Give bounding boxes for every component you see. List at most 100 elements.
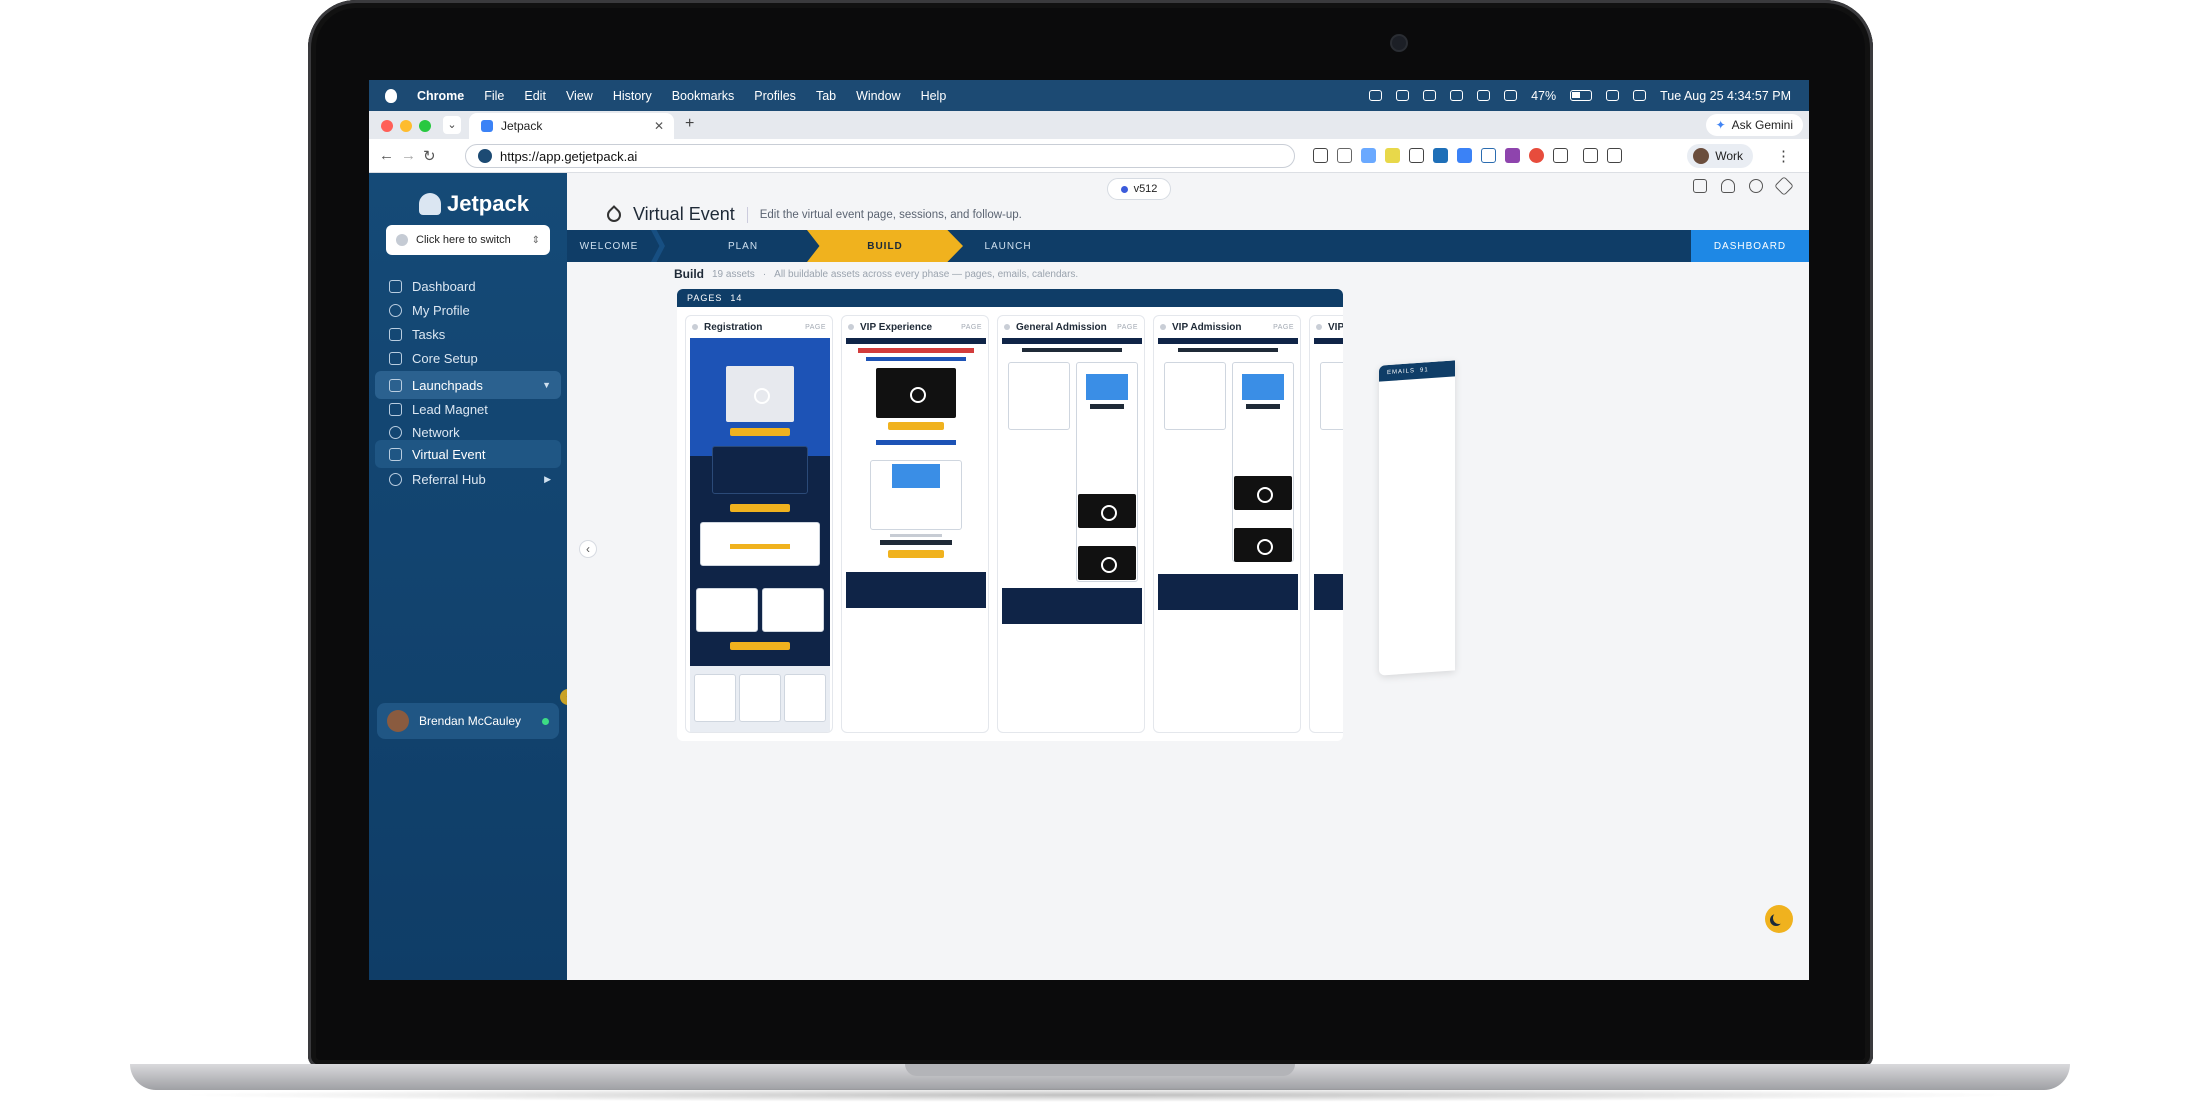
browser-tab-strip: ⌄ Jetpack ✕ + ✦ Ask Gemini xyxy=(369,111,1809,139)
status-dot-icon xyxy=(848,324,854,330)
preview-footer xyxy=(1002,588,1142,624)
layers-icon xyxy=(389,351,402,365)
close-window-button[interactable] xyxy=(381,120,393,132)
status-icon[interactable] xyxy=(1396,90,1410,101)
sidebar-item-referral-hub[interactable]: Referral Hub ▶ xyxy=(375,465,561,493)
sidebar-item-label: Core Setup xyxy=(412,350,478,366)
preview-video xyxy=(1078,546,1136,580)
menu-help[interactable]: Help xyxy=(921,89,947,103)
preview-video xyxy=(876,368,956,418)
page-card-vip-admission[interactable]: VIP Admission PAGE xyxy=(1153,315,1301,733)
control-center-icon[interactable] xyxy=(1633,90,1647,101)
account-switcher[interactable]: Click here to switch ⇕ xyxy=(386,225,550,255)
extension-icon[interactable] xyxy=(1361,148,1376,163)
sidebar-item-virtual-event[interactable]: Virtual Event xyxy=(375,440,561,468)
menu-edit[interactable]: Edit xyxy=(524,89,546,103)
apple-icon[interactable] xyxy=(385,88,397,103)
status-icon[interactable] xyxy=(1477,90,1491,101)
page-type-tag: PAGE xyxy=(1117,323,1138,331)
status-dot-icon xyxy=(692,324,698,330)
battery-icon[interactable] xyxy=(1570,90,1593,101)
preview-countdown xyxy=(712,446,808,494)
puzzle-icon[interactable] xyxy=(1553,148,1568,163)
extension-icon[interactable] xyxy=(1385,148,1400,163)
back-arrow-icon[interactable]: ← xyxy=(379,147,394,164)
menu-file[interactable]: File xyxy=(484,89,504,103)
jetpack-logo[interactable]: Jetpack xyxy=(419,191,529,217)
menu-history[interactable]: History xyxy=(613,89,652,103)
emails-panel-peek[interactable]: EMAILS 91 xyxy=(1379,360,1455,676)
ask-gemini-button[interactable]: ✦ Ask Gemini xyxy=(1705,114,1803,136)
ask-gemini-label: Ask Gemini xyxy=(1731,118,1793,132)
address-bar[interactable]: https://app.getjetpack.ai xyxy=(465,144,1295,168)
preview-before-card xyxy=(696,588,758,632)
page-card-registration[interactable]: Registration PAGE xyxy=(685,315,833,733)
forward-arrow-icon[interactable]: → xyxy=(401,147,416,164)
site-info-icon[interactable] xyxy=(478,149,492,163)
tab-search-chevron-icon[interactable]: ⌄ xyxy=(443,116,461,134)
zoom-window-button[interactable] xyxy=(419,120,431,132)
user-card[interactable]: Brendan McCauley xyxy=(377,703,559,739)
preview-screenshot xyxy=(726,366,794,422)
asset-count: 19 assets xyxy=(712,268,755,280)
menu-window[interactable]: Window xyxy=(856,89,900,103)
more-menu-icon[interactable]: ⋮ xyxy=(1776,147,1791,165)
extension-icon[interactable] xyxy=(1457,148,1472,163)
menu-profiles[interactable]: Profiles xyxy=(754,89,796,103)
sidebar-item-core-setup[interactable]: Core Setup xyxy=(375,344,561,372)
step-plan[interactable]: PLAN xyxy=(665,230,821,262)
preview-form-card xyxy=(1008,362,1070,430)
extension-icon[interactable] xyxy=(1529,148,1544,163)
step-build[interactable]: BUILD xyxy=(807,230,963,262)
menu-extras: 47% Tue Aug 25 4:34:57 PM xyxy=(1369,80,1791,111)
page-card-vip-u[interactable]: VIP U xyxy=(1309,315,1343,733)
switcher-label: Click here to switch xyxy=(416,234,511,246)
bluetooth-icon[interactable] xyxy=(1504,90,1518,101)
preview-headline xyxy=(1178,348,1278,352)
split-view-icon[interactable] xyxy=(1607,148,1622,163)
wifi-icon[interactable] xyxy=(1606,90,1620,101)
reload-icon[interactable]: ↻ xyxy=(423,147,436,165)
extension-icon[interactable] xyxy=(1505,148,1520,163)
minimize-window-button[interactable] xyxy=(400,120,412,132)
preview-video xyxy=(1234,528,1292,562)
download-icon[interactable] xyxy=(1583,148,1598,163)
page-card-header: General Admission PAGE xyxy=(998,316,1144,338)
menu-clock[interactable]: Tue Aug 25 4:34:57 PM xyxy=(1660,89,1791,103)
extension-icon[interactable] xyxy=(1313,148,1328,163)
document-icon[interactable] xyxy=(1693,179,1707,193)
tab-jetpack[interactable]: Jetpack ✕ xyxy=(469,113,674,139)
menu-app-name[interactable]: Chrome xyxy=(417,89,464,103)
jetpack-favicon-icon xyxy=(481,120,493,132)
step-launch[interactable]: LAUNCH xyxy=(963,230,1053,262)
gemini-sparkle-icon: ✦ xyxy=(1715,118,1726,132)
menu-view[interactable]: View xyxy=(566,89,593,103)
status-icon[interactable] xyxy=(1450,90,1464,101)
dashboard-button[interactable]: DASHBOARD xyxy=(1691,230,1809,262)
help-icon[interactable] xyxy=(1749,179,1763,193)
extension-icon[interactable] xyxy=(1481,148,1496,163)
close-tab-icon[interactable]: ✕ xyxy=(654,119,664,133)
menu-bookmarks[interactable]: Bookmarks xyxy=(672,89,735,103)
profile-button[interactable]: Work xyxy=(1687,144,1753,168)
carousel-prev-button[interactable]: ‹ xyxy=(579,540,597,558)
version-badge[interactable]: v512 xyxy=(1107,178,1171,200)
status-icon[interactable] xyxy=(1423,90,1437,101)
page-card-general-admission[interactable]: General Admission PAGE xyxy=(997,315,1145,733)
bell-icon[interactable] xyxy=(1721,179,1735,193)
camera-icon[interactable] xyxy=(1337,148,1352,163)
new-tab-button[interactable]: + xyxy=(685,115,694,133)
page-card-title: VIP Experience xyxy=(860,321,933,333)
dark-mode-toggle-moon-icon[interactable] xyxy=(1765,905,1793,933)
status-icon[interactable] xyxy=(1369,90,1383,101)
online-status-icon xyxy=(542,717,549,725)
chevron-updown-icon: ⇕ xyxy=(531,234,540,246)
send-icon[interactable] xyxy=(1774,176,1794,196)
menu-tab[interactable]: Tab xyxy=(816,89,836,103)
caret-right-icon: ▶ xyxy=(544,473,551,484)
extension-icon[interactable] xyxy=(1433,148,1448,163)
rocket-icon xyxy=(604,204,624,225)
pen-icon[interactable] xyxy=(1409,148,1424,163)
step-welcome[interactable]: WELCOME xyxy=(567,230,651,262)
page-card-vip-experience[interactable]: VIP Experience PAGE xyxy=(841,315,989,733)
